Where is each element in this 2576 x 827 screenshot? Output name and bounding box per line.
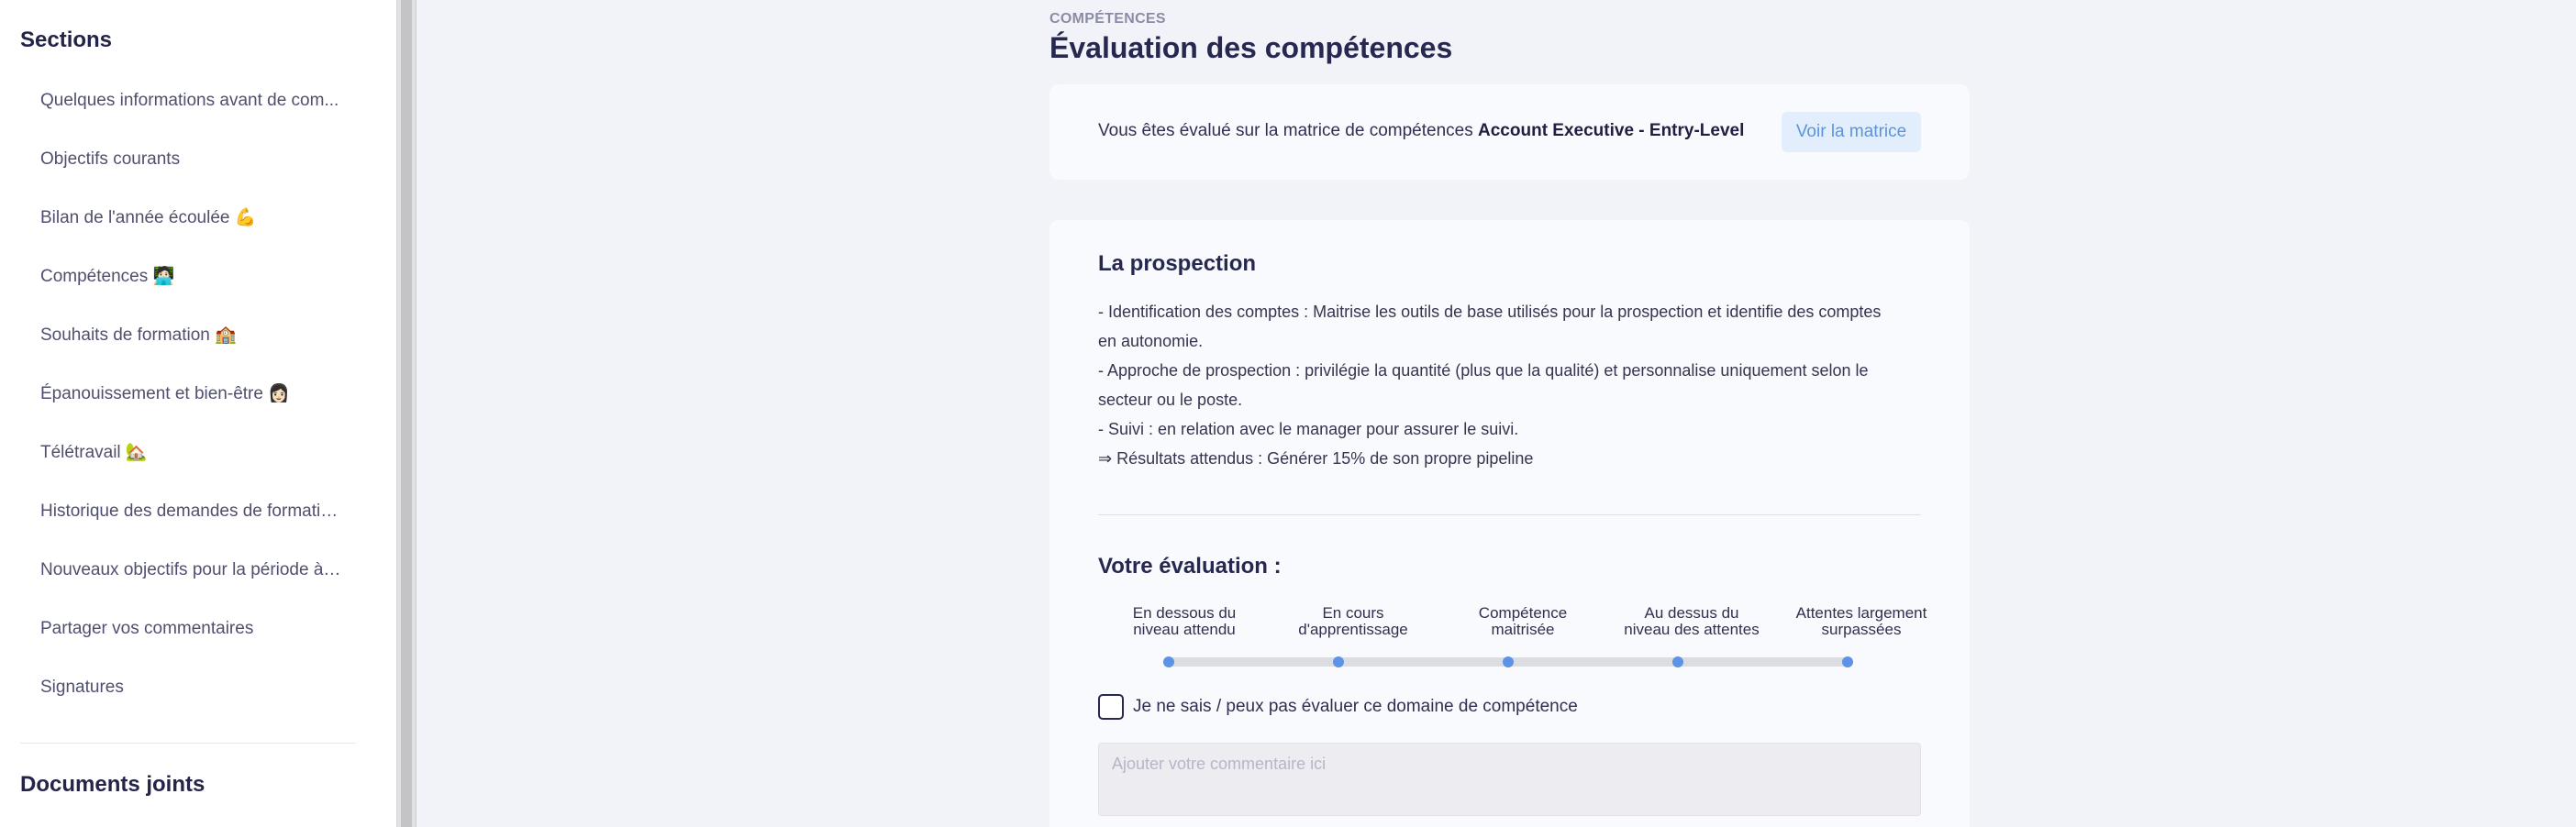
documents-joints-title: Documents joints xyxy=(20,772,205,797)
skill-description-line: - Identification des comptes : Maitrise … xyxy=(1098,303,1882,321)
skill-description-line: - Suivi : en relation avec le manager po… xyxy=(1098,420,1519,438)
sections-sidebar: Sections Quelques informations avant de … xyxy=(0,0,396,827)
scale-label-line: En cours xyxy=(1322,604,1384,622)
sidebar-nav: Quelques informations avant de com... Ob… xyxy=(0,72,396,717)
comment-input[interactable] xyxy=(1098,743,1921,816)
slider-stop-above[interactable] xyxy=(1672,656,1683,667)
scale-label-line: niveau attendu xyxy=(1133,621,1236,638)
sidebar-item-teletravail[interactable]: Télétravail 🏡 xyxy=(0,424,396,482)
sidebar-item-competences[interactable]: Compétences 🧑🏻‍💻 xyxy=(0,248,396,306)
main-content: COMPÉTENCES Évaluation des compétences V… xyxy=(417,0,2576,827)
section-eyebrow: COMPÉTENCES xyxy=(1049,11,1166,27)
skill-description-line: - Approche de prospection : privilégie l… xyxy=(1098,361,1869,380)
matrix-info-text: Vous êtes évalué sur la matrice de compé… xyxy=(1098,121,1744,141)
evaluation-title: Votre évaluation : xyxy=(1098,554,1282,579)
slider-stop-exceeded[interactable] xyxy=(1842,656,1853,667)
sidebar-divider xyxy=(20,743,356,744)
sidebar-item-bilan[interactable]: Bilan de l'année écoulée 💪 xyxy=(0,189,396,248)
skill-description-line: secteur ou le poste. xyxy=(1098,391,1243,409)
scale-label-exceeded: Attentes largement surpassées xyxy=(1779,605,1944,638)
scale-label-line: Attentes largement xyxy=(1795,604,1927,622)
sidebar-item-informations[interactable]: Quelques informations avant de com... xyxy=(0,72,396,130)
sidebar-item-souhaits-formation[interactable]: Souhaits de formation 🏫 xyxy=(0,306,396,365)
view-matrix-button[interactable]: Voir la matrice xyxy=(1782,112,1921,152)
skill-description-line: en autonomie. xyxy=(1098,332,1204,350)
matrix-info-prefix: Vous êtes évalué sur la matrice de compé… xyxy=(1098,121,1479,140)
skill-description-line: ⇒ Résultats attendus : Générer 15% de so… xyxy=(1098,449,1534,468)
slider-stop-learning[interactable] xyxy=(1333,656,1344,667)
evaluation-scale-labels: En dessous du niveau attendu En cours d'… xyxy=(1098,605,1928,645)
scale-label-line: surpassées xyxy=(1821,621,1902,638)
matrix-card: Vous êtes évalué sur la matrice de compé… xyxy=(1049,84,1970,180)
sidebar-title: Sections xyxy=(20,28,113,52)
scale-label-line: niveau des attentes xyxy=(1624,621,1760,638)
sidebar-item-nouveaux-objectifs[interactable]: Nouveaux objectifs pour la période à ... xyxy=(0,541,396,600)
sidebar-scrollbar-thumb[interactable] xyxy=(401,0,412,827)
slider-stop-below[interactable] xyxy=(1163,656,1174,667)
scale-label-mastered: Compétence maitrisée xyxy=(1440,605,1605,638)
sidebar-scrollbar[interactable] xyxy=(396,0,416,827)
sidebar-item-historique-formation[interactable]: Historique des demandes de formatio... xyxy=(0,482,396,541)
page-title: Évaluation des compétences xyxy=(1049,31,1453,64)
sidebar-item-commentaires[interactable]: Partager vos commentaires xyxy=(0,600,396,658)
slider-stop-mastered[interactable] xyxy=(1503,656,1514,667)
scale-label-line: En dessous du xyxy=(1132,604,1237,622)
cannot-evaluate-checkbox[interactable] xyxy=(1098,694,1124,720)
sidebar-item-epanouissement[interactable]: Épanouissement et bien-être 👩🏻 xyxy=(0,365,396,424)
skill-divider xyxy=(1098,514,1921,515)
matrix-name: Account Executive - Entry-Level xyxy=(1478,121,1745,140)
cannot-evaluate-option[interactable]: Je ne sais / peux pas évaluer ce domaine… xyxy=(1098,693,1578,721)
sidebar-item-signatures[interactable]: Signatures xyxy=(0,658,396,717)
scale-label-line: Au dessus du xyxy=(1644,604,1739,622)
scale-label-above: Au dessus du niveau des attentes xyxy=(1609,605,1774,638)
skill-description: - Identification des comptes : Maitrise … xyxy=(1098,297,1928,473)
scale-label-line: d'apprentissage xyxy=(1298,621,1408,638)
scale-label-below: En dessous du niveau attendu xyxy=(1102,605,1267,638)
scale-label-line: maitrisée xyxy=(1491,621,1555,638)
sidebar-item-objectifs-courants[interactable]: Objectifs courants xyxy=(0,130,396,189)
scale-label-line: Compétence xyxy=(1478,604,1568,622)
skill-card: La prospection - Identification des comp… xyxy=(1049,220,1970,827)
evaluation-slider-track[interactable] xyxy=(1163,656,1853,667)
cannot-evaluate-label: Je ne sais / peux pas évaluer ce domaine… xyxy=(1133,697,1578,716)
scale-label-learning: En cours d'apprentissage xyxy=(1271,605,1436,638)
skill-title: La prospection xyxy=(1098,251,1257,276)
